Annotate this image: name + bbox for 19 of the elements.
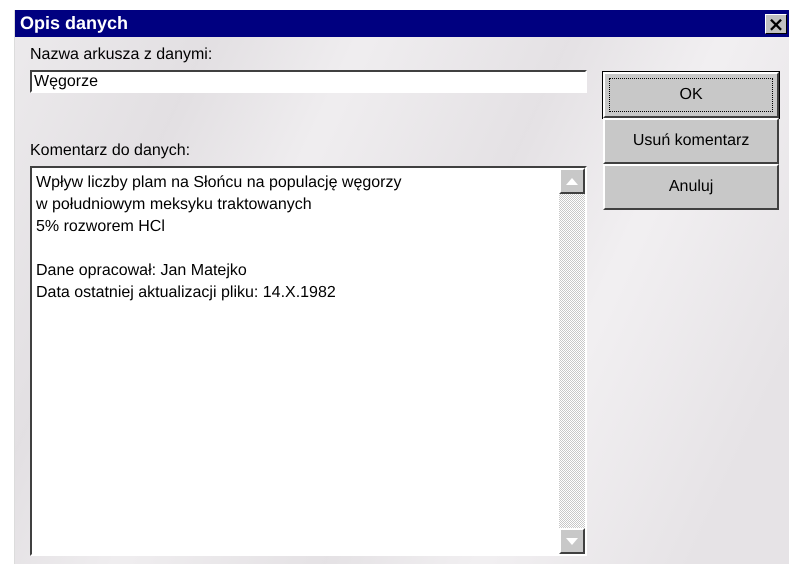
comment-line: Data ostatniej aktualizacji pliku: 14.X.1982: [36, 283, 337, 303]
triangle-down-icon: [566, 538, 578, 544]
scrollbar[interactable]: [559, 168, 586, 554]
input-field[interactable]: Węgorze: [30, 70, 588, 93]
triangle-up-icon: [566, 178, 578, 184]
close-button[interactable]: ×: [765, 14, 787, 34]
comment-line: w południowym meksyku traktowanych: [36, 195, 313, 215]
field-label: Nazwa arkusza z danymi:: [30, 45, 214, 65]
dialog-button[interactable]: Anuluj: [603, 164, 779, 210]
dialog-button[interactable]: OK: [603, 72, 779, 118]
field-label: Komentarz do danych:: [30, 141, 192, 161]
comment-line: Dane opracował: Jan Matejko: [36, 261, 248, 281]
scroll-up-button[interactable]: [559, 168, 586, 194]
comment-line: Wpływ liczby plam na Słońcu na populację węgorzy: [36, 173, 403, 193]
window-title: Opis danych: [20, 13, 128, 34]
comment-field[interactable]: Wpływ liczby plam na Słońcu na populację węgorzy w południowym meksyku traktowanych 5% rozworem HCl Dane opracował: Jan Matejko Data ostatniej aktualizacji pliku: 14.X.1982: [30, 166, 588, 556]
scroll-down-button[interactable]: [559, 528, 586, 554]
dialog-button[interactable]: Usuń komentarz: [603, 118, 779, 164]
comment-line: 5% rozworem HCl: [36, 217, 166, 237]
